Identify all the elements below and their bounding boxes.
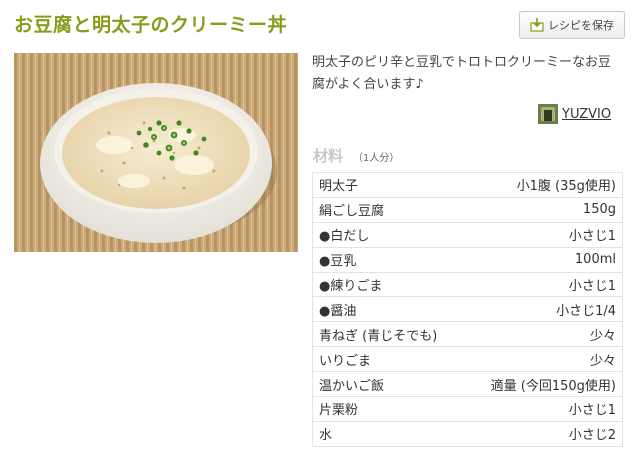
author[interactable]: YUZVIO <box>538 104 611 124</box>
ingredient-qty: 小1腹 (35g使用) <box>463 172 624 198</box>
ingredient-name: 絹ごし豆腐 <box>312 196 464 223</box>
save-button-label: レシピを保存 <box>548 19 614 32</box>
ingredients-header: 材料 （1人分） <box>313 145 399 166</box>
save-recipe-button[interactable]: レシピを保存 <box>519 11 625 39</box>
ingredient-name: ●醤油 <box>312 296 464 323</box>
ingredient-name: いりごま <box>312 346 464 373</box>
ingredients-heading: 材料 <box>313 147 344 165</box>
ingredient-qty: 小さじ1 <box>463 271 624 298</box>
ingredient-name: 温かいご飯 <box>312 371 464 398</box>
table-row: 水小さじ2 <box>312 420 624 447</box>
recipe-description: 明太子のピリ辛と豆乳でトロトロクリーミーなお豆腐がよく合います♪ <box>312 55 612 92</box>
ingredient-qty: 小さじ2 <box>463 420 624 447</box>
save-icon <box>530 18 544 32</box>
ingredient-qty: 100ml <box>463 246 624 273</box>
ingredient-name: ●豆乳 <box>312 246 464 273</box>
servings: （1人分） <box>353 153 400 164</box>
ingredient-name: 水 <box>312 420 464 447</box>
ingredient-qty: 小さじ1/4 <box>463 296 624 323</box>
ingredient-qty: 小さじ1 <box>463 396 624 422</box>
table-row: ●豆乳 100ml <box>312 246 624 273</box>
ingredient-qty: 小さじ1 <box>463 221 624 248</box>
table-row: 青ねぎ (青じそでも) 少々 <box>312 321 624 348</box>
ingredient-qty: 少々 <box>463 321 624 348</box>
ingredient-name: ●練りごま <box>312 271 464 298</box>
table-row: いりごま 少々 <box>312 346 624 373</box>
ingredient-qty: 150g <box>463 196 624 223</box>
ingredient-name: 明太子 <box>312 172 464 198</box>
ingredient-name: ●白だし <box>312 221 464 248</box>
avatar[interactable] <box>538 104 558 124</box>
table-row: 絹ごし豆腐 150g <box>312 196 624 223</box>
ingredient-name: 片栗粉 <box>312 396 464 422</box>
author-link[interactable]: YUZVIO <box>562 107 611 122</box>
ingredient-qty: 少々 <box>463 346 624 373</box>
table-row: ●練りごま 小さじ1 <box>312 271 624 298</box>
ingredient-name: 青ねぎ (青じそでも) <box>312 321 464 348</box>
recipe-photo[interactable] <box>14 53 298 252</box>
table-row: ●白だし 小さじ1 <box>312 221 624 248</box>
ingredients-table: 明太子 小1腹 (35g使用) 絹ごし豆腐 150g ●白だし 小さじ1 ●豆乳 100… <box>312 172 624 447</box>
table-row: 温かいご飯 適量 (今回150g使用) <box>312 371 624 398</box>
ingredient-qty: 適量 (今回150g使用) <box>463 371 624 398</box>
recipe-title: お豆腐と明太子のクリーミー丼 <box>14 14 288 36</box>
table-row: 明太子 小1腹 (35g使用) <box>312 172 624 198</box>
table-row: 片栗粉 小さじ1 <box>312 396 624 422</box>
table-row: ●醤油 小さじ1/4 <box>312 296 624 323</box>
